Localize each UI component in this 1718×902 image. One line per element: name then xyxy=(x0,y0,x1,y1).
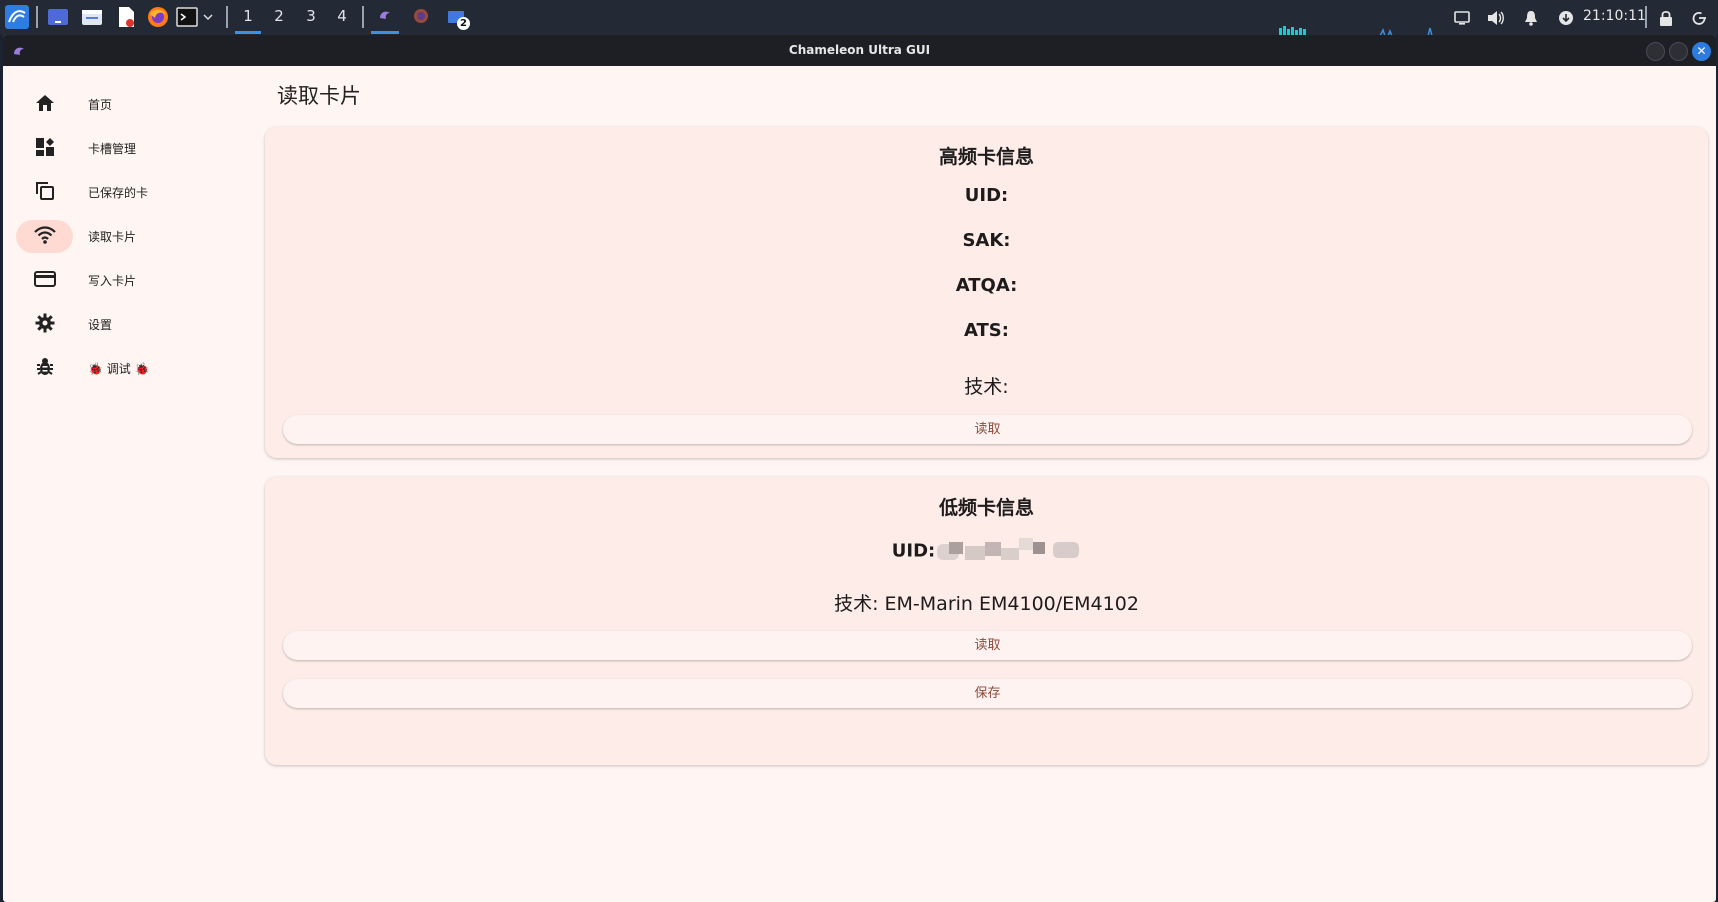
chevron-down-icon[interactable] xyxy=(202,4,214,30)
page-title: 读取卡片 xyxy=(277,84,361,108)
home-icon xyxy=(35,94,55,116)
sidebar-item-label: 首页 xyxy=(88,98,113,112)
hf-atqa-label: ATQA: xyxy=(955,275,1018,296)
hf-ats-label: ATS: xyxy=(964,320,1009,341)
display-icon[interactable] xyxy=(1451,0,1473,35)
lf-save-button[interactable]: 保存 xyxy=(283,679,1692,708)
hf-sak-label: SAK: xyxy=(962,230,1011,251)
sidebar-item-label: 写入卡片 xyxy=(88,274,137,288)
sidebar-item-label: 设置 xyxy=(88,318,113,332)
task-file-manager[interactable]: 2 xyxy=(443,4,470,30)
maximize-button[interactable] xyxy=(1669,42,1688,61)
bug-icon xyxy=(35,357,55,381)
hf-card: 高频卡信息 UID: SAK: ATQA: ATS: 技术: 读取 xyxy=(265,127,1708,458)
task-firefox[interactable] xyxy=(405,0,437,35)
power-icon[interactable] xyxy=(1688,0,1710,35)
firefox-icon[interactable] xyxy=(146,4,170,30)
hf-card-title: 高频卡信息 xyxy=(938,146,1034,168)
task-chameleon-app[interactable] xyxy=(369,0,401,35)
lf-card-title: 低频卡信息 xyxy=(938,497,1034,519)
lf-uid-row: UID: xyxy=(265,536,1708,568)
workspace-2[interactable]: 2 xyxy=(264,0,294,35)
redacted-uid-value xyxy=(935,536,1081,568)
sidebar-item-settings[interactable]: 设置 xyxy=(16,308,246,341)
minimize-button[interactable] xyxy=(1646,42,1665,61)
notification-badge: 2 xyxy=(457,17,470,30)
sidebar-item-home[interactable]: 首页 xyxy=(16,88,246,121)
lf-tech-text: 技术: EM-Marin EM4100/EM4102 xyxy=(834,593,1139,615)
sidebar-item-read-card[interactable]: 读取卡片 xyxy=(16,220,246,253)
cpu-graph xyxy=(1277,22,1337,37)
lock-icon[interactable] xyxy=(1655,0,1677,35)
sidebar: 首页 卡槽管理 已保存的卡 读取卡片 写入卡片 设置 🐞 调试 🐞 xyxy=(3,66,253,896)
sidebar-item-saved-cards[interactable]: 已保存的卡 xyxy=(16,176,246,209)
gear-icon xyxy=(35,313,55,337)
sidebar-item-label: 已保存的卡 xyxy=(88,186,149,200)
sidebar-item-label: 卡槽管理 xyxy=(88,142,137,156)
volume-icon[interactable] xyxy=(1485,0,1507,35)
sidebar-item-label: 读取卡片 xyxy=(88,230,137,244)
lf-read-button[interactable]: 读取 xyxy=(283,631,1692,660)
sidebar-item-write-card[interactable]: 写入卡片 xyxy=(16,264,246,297)
title-bar[interactable]: Chameleon Ultra GUI ✕ xyxy=(3,35,1716,66)
file-manager-icon[interactable] xyxy=(80,4,104,30)
hf-tech-label: 技术: xyxy=(964,376,1009,398)
terminal-icon[interactable] xyxy=(175,4,199,30)
app-window: Chameleon Ultra GUI ✕ 首页 卡槽管理 已保存的卡 读取卡片… xyxy=(3,35,1716,902)
workspace-4[interactable]: 4 xyxy=(327,0,357,35)
window-title: Chameleon Ultra GUI xyxy=(788,43,931,57)
wifi-icon xyxy=(33,225,56,248)
kali-menu-icon[interactable] xyxy=(4,4,30,30)
taskbar: 1 2 3 4 2 21:10:11 xyxy=(0,0,1718,37)
credit-card-icon xyxy=(33,270,56,291)
sidebar-item-debug[interactable]: 🐞 调试 🐞 xyxy=(16,352,246,385)
network-graph xyxy=(1378,22,1438,37)
update-icon[interactable] xyxy=(1555,0,1577,35)
sidebar-item-label: 🐞 调试 🐞 xyxy=(88,362,150,376)
hf-uid-label: UID: xyxy=(964,185,1009,206)
lf-uid-label: UID: xyxy=(891,540,936,562)
close-button[interactable]: ✕ xyxy=(1692,42,1711,61)
sidebar-item-slot-management[interactable]: 卡槽管理 xyxy=(16,132,246,165)
workspace-3[interactable]: 3 xyxy=(296,0,326,35)
desktop-icon[interactable] xyxy=(46,4,70,30)
workspace-1[interactable]: 1 xyxy=(233,0,263,35)
text-editor-icon[interactable] xyxy=(114,4,138,30)
lf-card: 低频卡信息 UID: 技术: EM-Marin EM4100/EM4102 读取… xyxy=(265,477,1708,765)
hf-read-button[interactable]: 读取 xyxy=(283,415,1692,444)
bell-icon[interactable] xyxy=(1520,0,1542,35)
copy-icon xyxy=(35,181,55,205)
clock[interactable]: 21:10:11 xyxy=(1583,0,1646,35)
dashboard-icon xyxy=(35,137,55,161)
